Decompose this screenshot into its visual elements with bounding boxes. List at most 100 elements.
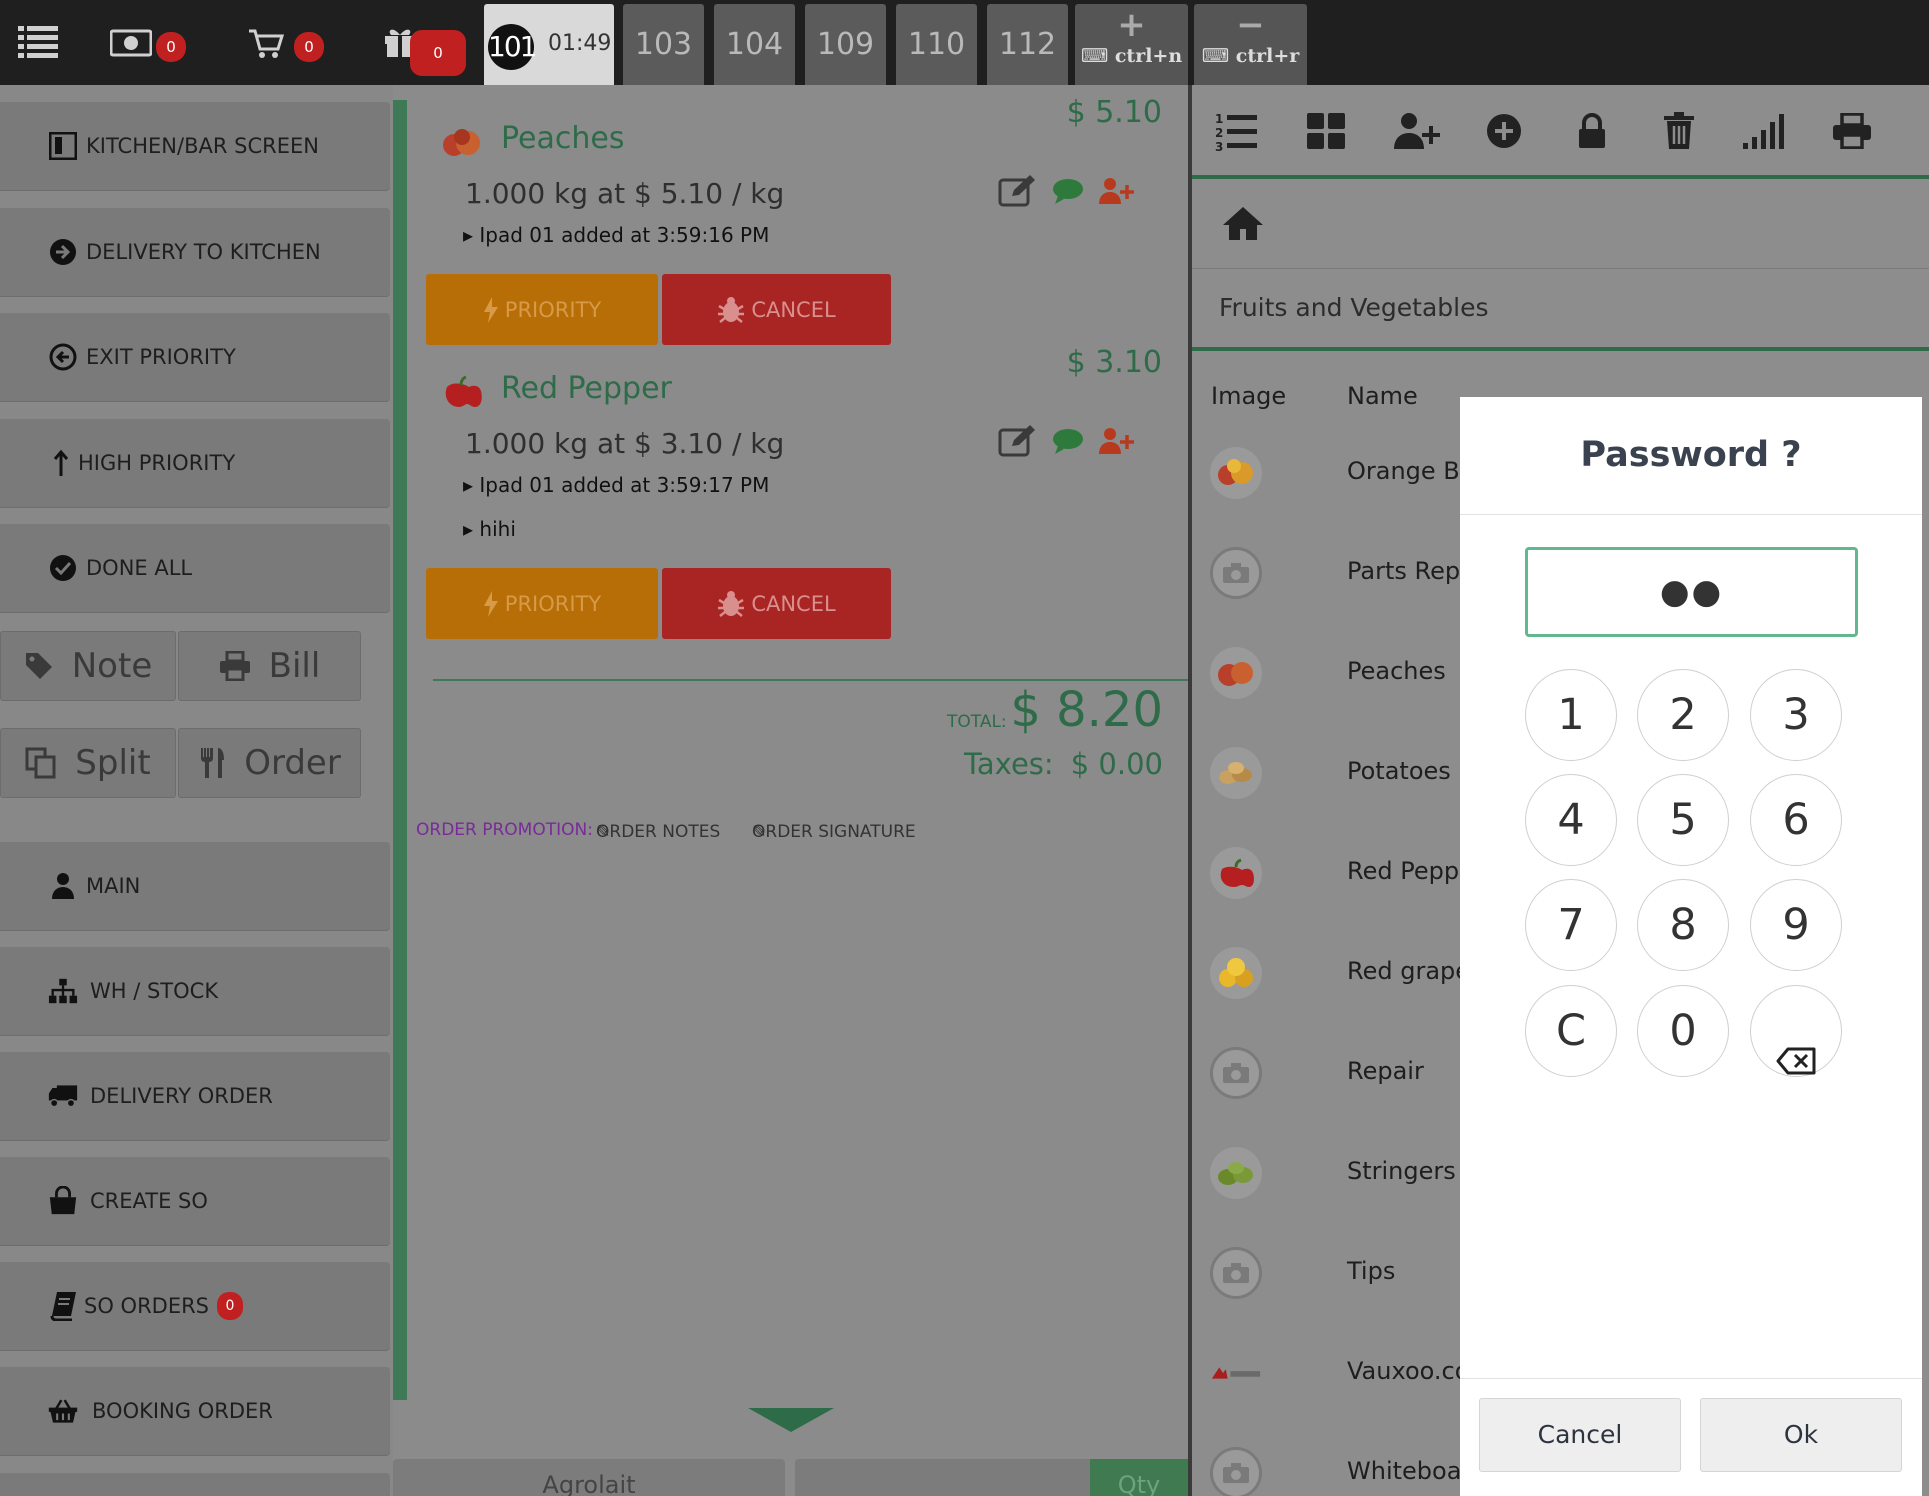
add-user-icon[interactable]: [1098, 177, 1134, 209]
menu-list-icon[interactable]: [18, 24, 58, 64]
plus-icon: +: [1117, 5, 1146, 45]
print-icon[interactable]: [1830, 109, 1874, 153]
tab-order-101[interactable]: 101 01:49: [484, 4, 614, 85]
total-label: TOTAL:: [947, 712, 1007, 732]
password-dialog: Password ? ●● 1 2 3 4 5 6 7 8 9 C 0 Canc…: [1460, 397, 1922, 1496]
order-line-price: $ 3.10: [1066, 345, 1162, 380]
cancel-label: CANCEL: [751, 591, 836, 616]
copy-icon: [25, 747, 57, 779]
shopping-bag-icon: [48, 1186, 78, 1216]
remove-order-button[interactable]: − ⌨ ctrl+r: [1194, 4, 1307, 85]
edit-icon[interactable]: [998, 175, 1038, 211]
split-button[interactable]: Split: [0, 728, 176, 798]
keypad-key-2[interactable]: 2: [1637, 669, 1729, 761]
order-line[interactable]: Peaches $ 5.10 1.000 kg at $ 5.10 / kg ▸…: [407, 95, 1187, 375]
keypad-key-clear[interactable]: C: [1525, 985, 1617, 1077]
keypad-key-0[interactable]: 0: [1637, 985, 1729, 1077]
cash-icon[interactable]: [109, 28, 153, 62]
high-priority-button[interactable]: HIGH PRIORITY: [0, 419, 390, 507]
kitchen-bar-screen-button[interactable]: KITCHEN/BAR SCREEN: [0, 102, 390, 190]
order-line[interactable]: Red Pepper $ 3.10 1.000 kg at $ 3.10 / k…: [407, 345, 1187, 655]
order-line-name: Peaches: [501, 121, 625, 156]
category-name[interactable]: Fruits and Vegetables: [1219, 293, 1489, 322]
camera-placeholder-icon: [1210, 1447, 1262, 1496]
so-orders-label: SO ORDERS: [84, 1294, 210, 1318]
home-icon[interactable]: [1222, 205, 1264, 245]
category-divider: [1192, 347, 1929, 351]
delivery-to-kitchen-button[interactable]: DELIVERY TO KITCHEN: [0, 208, 390, 296]
priority-button[interactable]: PRIORITY: [426, 568, 658, 639]
note-button[interactable]: Note: [0, 631, 176, 701]
done-all-button[interactable]: DONE ALL: [0, 524, 390, 612]
red-pepper-thumbnail: [441, 375, 483, 409]
tab-order[interactable]: 110: [896, 4, 977, 85]
order-button[interactable]: Order: [178, 728, 361, 798]
order-promotion-link[interactable]: ORDER PROMOTION:: [416, 820, 593, 840]
cart-icon[interactable]: [248, 28, 285, 64]
keypad-key-4[interactable]: 4: [1525, 774, 1617, 866]
print-icon: [219, 651, 251, 681]
product-name: Peaches: [1347, 657, 1446, 685]
order-line-note: ▸ hihi: [463, 517, 516, 541]
grid-view-icon[interactable]: [1304, 109, 1348, 153]
signal-bars-icon[interactable]: [1742, 109, 1786, 153]
password-input[interactable]: ●●: [1525, 547, 1858, 637]
keypad-key-8[interactable]: 8: [1637, 879, 1729, 971]
main-button[interactable]: MAIN: [0, 842, 390, 930]
taxes-value: $ 0.00: [1070, 747, 1163, 781]
done-all-label: DONE ALL: [86, 556, 193, 580]
numbered-list-icon[interactable]: 123: [1214, 109, 1258, 153]
taxes-label: Taxes:: [964, 747, 1054, 781]
add-user-icon[interactable]: [1098, 427, 1134, 459]
create-so-button[interactable]: CREATE SO: [0, 1157, 390, 1245]
peaches-thumbnail: [441, 125, 483, 159]
lock-icon[interactable]: [1570, 109, 1614, 153]
column-header-image: Image: [1211, 382, 1287, 410]
edit-icon[interactable]: [998, 425, 1038, 461]
cancel-line-button[interactable]: CANCEL: [662, 274, 891, 345]
order-number: 101: [488, 24, 537, 70]
add-customer-icon[interactable]: [1390, 109, 1442, 153]
tab-order[interactable]: 112: [987, 4, 1068, 85]
menu-button-partial[interactable]: [0, 1473, 390, 1496]
priority-button[interactable]: PRIORITY: [426, 274, 658, 345]
bill-button[interactable]: Bill: [178, 631, 361, 701]
tab-order[interactable]: 103: [623, 4, 704, 85]
trash-icon[interactable]: [1657, 109, 1701, 153]
keypad-key-6[interactable]: 6: [1750, 774, 1842, 866]
keypad-key-3[interactable]: 3: [1750, 669, 1842, 761]
qty-mode-button[interactable]: Qty: [1090, 1459, 1188, 1496]
new-order-button[interactable]: + ⌨ ctrl+n: [1075, 4, 1188, 85]
booking-order-button[interactable]: BOOKING ORDER: [0, 1367, 390, 1455]
keypad-key-9[interactable]: 9: [1750, 879, 1842, 971]
customer-button[interactable]: Agrolait: [393, 1459, 785, 1496]
keypad-key-1[interactable]: 1: [1525, 669, 1617, 761]
product-name: Repair: [1347, 1057, 1424, 1085]
comment-icon[interactable]: [1052, 427, 1084, 459]
product-name: Parts Rep: [1347, 557, 1461, 585]
exit-priority-button[interactable]: EXIT PRIORITY: [0, 313, 390, 401]
keypad-key-7[interactable]: 7: [1525, 879, 1617, 971]
cancel-button[interactable]: Cancel: [1479, 1398, 1681, 1472]
comment-icon[interactable]: [1052, 177, 1084, 209]
exit-priority-label: EXIT PRIORITY: [86, 345, 236, 369]
ok-button[interactable]: Ok: [1700, 1398, 1902, 1472]
check-circle-icon: [48, 553, 78, 583]
tab-order[interactable]: 109: [805, 4, 886, 85]
priority-label: PRIORITY: [504, 591, 602, 616]
delivery-order-button[interactable]: DELIVERY ORDER: [0, 1052, 390, 1140]
keypad-key-5[interactable]: 5: [1637, 774, 1729, 866]
keypad-key-backspace[interactable]: [1750, 985, 1842, 1077]
product-name: Orange Bu: [1347, 457, 1475, 485]
left-menu: KITCHEN/BAR SCREEN DELIVERY TO KITCHEN E…: [0, 85, 393, 1496]
scroll-down-arrow-icon[interactable]: [748, 1408, 834, 1432]
wh-stock-button[interactable]: WH / STOCK: [0, 947, 390, 1035]
high-priority-label: HIGH PRIORITY: [78, 451, 236, 475]
keyboard-icon: ⌨: [1080, 45, 1115, 67]
bill-label: Bill: [268, 646, 321, 686]
tab-order[interactable]: 104: [714, 4, 795, 85]
cancel-line-button[interactable]: CANCEL: [662, 568, 891, 639]
camera-placeholder-icon: [1210, 547, 1262, 599]
so-orders-button[interactable]: SO ORDERS 0: [0, 1262, 390, 1350]
plus-circle-icon[interactable]: [1482, 109, 1526, 153]
